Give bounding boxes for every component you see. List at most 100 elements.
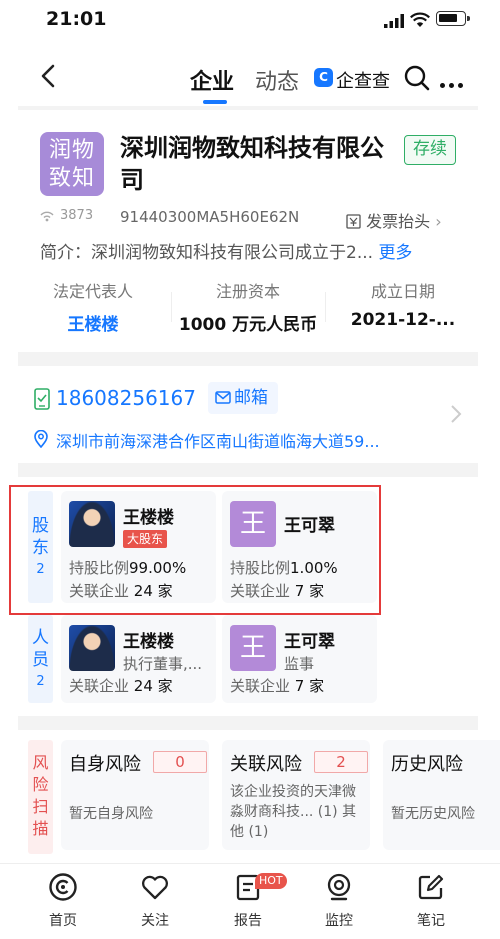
risk-desc: 该企业投资的天津微淼财商科技... (1) 其他 (1) bbox=[230, 784, 357, 840]
risk-title: 关联风险 bbox=[230, 754, 302, 775]
phone-icon bbox=[34, 388, 50, 410]
brand-logo: C 企查查 bbox=[314, 67, 396, 92]
date-label: 成立日期 bbox=[370, 282, 435, 301]
risk-desc: 暂无历史风险 bbox=[391, 806, 475, 822]
date-value: 2021-12-... bbox=[350, 310, 456, 330]
tab-notes[interactable]: 笔记 bbox=[399, 872, 463, 930]
company-logo-line1: 润物 bbox=[48, 138, 95, 163]
capital-label: 注册资本 bbox=[215, 282, 280, 301]
search-icon[interactable] bbox=[404, 65, 430, 91]
company-logo-line2: 致知 bbox=[48, 166, 95, 191]
tab-home[interactable]: 首页 bbox=[31, 872, 95, 930]
intro-label: 简介： bbox=[40, 243, 91, 263]
company-meta: 3873 91440300MA5H60E62N 发票抬头 › bbox=[40, 208, 460, 232]
related-companies: 关联企业 7 家 bbox=[230, 675, 324, 696]
email-label: 邮箱 bbox=[234, 388, 268, 408]
company-logo: 润物 致知 bbox=[40, 132, 104, 196]
company-name: 深圳润物致知科技有限公司 bbox=[120, 134, 384, 194]
company-intro[interactable]: 简介：深圳润物致知科技有限公司成立于2... 更多 bbox=[40, 238, 460, 263]
person-name: 王楼楼 bbox=[123, 632, 174, 652]
related-companies: 关联企业 24 家 bbox=[69, 675, 173, 696]
tab-notes-label: 笔记 bbox=[417, 913, 445, 929]
person-role: 执行董事,... bbox=[123, 655, 203, 673]
credit-code[interactable]: 91440300MA5H60E62N bbox=[120, 208, 299, 226]
intro-text: 深圳润物致知科技有限公司成立于2... bbox=[91, 243, 374, 263]
phone-link[interactable]: 18608256167 bbox=[34, 386, 196, 410]
avatar: 王 bbox=[230, 625, 276, 671]
highlight-box bbox=[9, 485, 381, 615]
section-divider bbox=[18, 352, 478, 366]
battery-icon bbox=[436, 11, 470, 26]
status-bar: 21:01 bbox=[0, 0, 500, 40]
person-name: 王可翠 bbox=[284, 632, 335, 652]
legal-rep-label: 法定代表人 bbox=[52, 282, 133, 301]
risk-card-self[interactable]: 自身风险 0 暂无自身风险 bbox=[61, 740, 209, 850]
views-icon bbox=[40, 211, 54, 222]
section-divider bbox=[18, 716, 478, 730]
invoice-label: 发票抬头 bbox=[366, 212, 431, 231]
status-time: 21:01 bbox=[46, 8, 107, 30]
stat-divider bbox=[325, 292, 326, 322]
brand-mark-icon: C bbox=[314, 68, 333, 87]
stat-divider bbox=[171, 292, 172, 322]
risk-title: 自身风险 bbox=[69, 754, 141, 775]
rel-value: 24 家 bbox=[133, 677, 173, 695]
wifi-icon bbox=[410, 12, 430, 27]
brand-name: 企查查 bbox=[336, 71, 390, 92]
personnel-card[interactable]: 王楼楼 执行董事,... 关联企业 24 家 bbox=[61, 615, 216, 703]
personnel-label: 人员 bbox=[32, 628, 49, 670]
legal-rep-stat: 法定代表人 王楼楼 bbox=[18, 278, 168, 335]
risk-desc: 暂无自身风险 bbox=[69, 806, 153, 822]
email-icon bbox=[215, 391, 231, 404]
monitor-camera-icon bbox=[327, 873, 351, 901]
location-pin-icon bbox=[34, 430, 48, 448]
person-role: 监事 bbox=[284, 655, 315, 673]
tab-dynamics[interactable]: 动态 bbox=[255, 64, 299, 96]
company-stats: 法定代表人 王楼楼 注册资本 1000 万元人民币 成立日期 2021-12-.… bbox=[18, 278, 478, 340]
personnel-side-tab[interactable]: 人员 2 bbox=[28, 615, 53, 703]
invoice-icon bbox=[346, 214, 361, 229]
risk-count: 2 bbox=[314, 751, 368, 773]
invoice-link[interactable]: 发票抬头 › bbox=[346, 208, 442, 232]
rel-label: 关联企业 bbox=[230, 677, 291, 695]
rel-value: 7 家 bbox=[294, 677, 325, 695]
section-divider bbox=[18, 463, 478, 477]
intro-more-link[interactable]: 更多 bbox=[378, 243, 412, 263]
personnel-count: 2 bbox=[36, 674, 45, 689]
risk-label: 风险扫描 bbox=[32, 753, 49, 838]
risk-card-related[interactable]: 关联风险 2 该企业投资的天津微淼财商科技... (1) 其他 (1) bbox=[222, 740, 370, 850]
nav-divider bbox=[18, 106, 478, 110]
chevron-right-icon[interactable] bbox=[449, 404, 463, 424]
back-arrow-icon[interactable] bbox=[38, 64, 62, 88]
capital-stat: 注册资本 1000 万元人民币 bbox=[173, 278, 323, 335]
top-nav: 企业 动态 C 企查查 bbox=[0, 50, 500, 106]
address-text: 深圳市前海深港合作区南山街道临海大道59... bbox=[56, 432, 380, 451]
capital-value: 1000 万元人民币 bbox=[178, 315, 318, 335]
heart-icon bbox=[142, 875, 168, 900]
risk-card-history[interactable]: 历史风险 暂无历史风险 bbox=[383, 740, 500, 850]
legal-rep-value[interactable]: 王楼楼 bbox=[18, 310, 168, 335]
more-options-icon[interactable] bbox=[440, 73, 470, 88]
invoice-chevron-icon: › bbox=[435, 212, 442, 231]
tab-monitor[interactable]: 监控 bbox=[307, 872, 371, 930]
rel-label: 关联企业 bbox=[69, 677, 130, 695]
address-link[interactable]: 深圳市前海深港合作区南山街道临海大道59... bbox=[34, 428, 444, 452]
risk-count: 0 bbox=[153, 751, 207, 773]
personnel-card[interactable]: 王 王可翠 监事 关联企业 7 家 bbox=[222, 615, 377, 703]
tab-report-label: 报告 bbox=[234, 913, 262, 929]
notes-edit-icon bbox=[418, 874, 444, 900]
risk-side-tab[interactable]: 风险扫描 bbox=[28, 740, 53, 854]
tab-follow[interactable]: 关注 bbox=[123, 872, 187, 930]
phone-number: 18608256167 bbox=[56, 386, 196, 410]
tab-follow-label: 关注 bbox=[141, 913, 169, 929]
status-badge: 存续 bbox=[404, 135, 456, 165]
tab-home-label: 首页 bbox=[49, 913, 77, 929]
active-tab-indicator bbox=[203, 100, 227, 104]
tab-company[interactable]: 企业 bbox=[190, 64, 234, 96]
avatar bbox=[69, 625, 115, 671]
hot-badge: HOT bbox=[255, 873, 287, 889]
email-button[interactable]: 邮箱 bbox=[208, 382, 278, 414]
tab-monitor-label: 监控 bbox=[325, 913, 353, 929]
views-count: 3873 bbox=[60, 208, 94, 223]
home-logo-icon bbox=[49, 873, 77, 901]
